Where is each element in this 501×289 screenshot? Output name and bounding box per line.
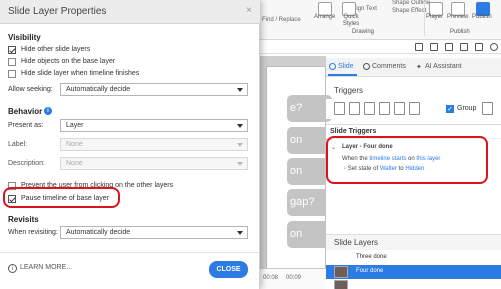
sparkle-icon: ✦ <box>416 64 422 71</box>
trigger-settings-icon[interactable] <box>482 102 493 115</box>
group-checkbox[interactable]: ✓ <box>446 105 454 113</box>
select-value: Automatically decide <box>66 229 131 236</box>
triggers-title: Triggers <box>334 86 364 95</box>
slide-tab-icon <box>329 63 336 70</box>
slide-canvas: e? on on gap? on <box>258 56 332 289</box>
present-as-select[interactable]: Layer <box>60 119 248 132</box>
find-replace-button[interactable]: Find / Replace <box>262 17 301 23</box>
highlight-pause-option <box>3 187 120 208</box>
tab-slide[interactable]: Slide <box>328 63 357 76</box>
edit-trigger-icon[interactable] <box>349 102 360 115</box>
layer-name: Three done <box>356 254 387 260</box>
learn-more-text: LEARN MORE... <box>20 264 73 271</box>
dialog-title: Slide Layer Properties <box>8 6 107 17</box>
option-label: Hide objects on the base layer <box>21 58 116 65</box>
settings-icon[interactable] <box>490 43 498 51</box>
select-value: None <box>66 141 83 148</box>
timeline-bar: 00:08 00:09 <box>258 268 326 289</box>
description-label: Description: <box>8 160 45 167</box>
slide-triggers-title: Slide Triggers <box>330 128 377 135</box>
when-revisiting-label: When revisiting: <box>8 229 58 236</box>
player-label: Player <box>426 14 444 20</box>
tab-comments[interactable]: Comments <box>372 63 406 70</box>
layer-thumbnail <box>334 280 348 289</box>
info-icon[interactable]: i <box>44 107 52 115</box>
info-icon: i <box>8 264 17 273</box>
label-label: Label: <box>8 141 28 148</box>
quick-styles-label: Quick Styles <box>342 14 360 27</box>
publish-label: Publish <box>472 14 492 20</box>
chevron-down-icon <box>237 162 243 166</box>
timeline-time: 00:09 <box>286 275 302 281</box>
visibility-title: Visibility <box>8 33 41 42</box>
chevron-down-icon <box>237 88 243 92</box>
allow-seeking-label: Allow seeking: <box>8 86 53 93</box>
footer-divider <box>0 252 260 253</box>
close-icon[interactable]: × <box>246 5 252 16</box>
when-revisiting-select[interactable]: Automatically decide <box>60 226 248 239</box>
select-value: None <box>66 160 83 167</box>
layer-row-selected[interactable]: Four done <box>326 265 501 279</box>
arrange-label: Arrange <box>314 14 336 20</box>
checkbox[interactable] <box>8 46 16 54</box>
publish-group-label: Publish <box>450 29 470 35</box>
ribbon-separator <box>424 2 425 36</box>
drawing-group-label: Drawing <box>352 29 375 35</box>
close-button[interactable]: CLOSE <box>209 261 248 278</box>
highlight-trigger <box>326 136 488 184</box>
move-trigger-icon[interactable] <box>409 102 420 115</box>
label-select[interactable]: None <box>60 138 248 151</box>
grid-icon[interactable] <box>475 43 483 51</box>
triggers-header: Triggers <box>326 84 501 96</box>
allow-seeking-select[interactable]: Automatically decide <box>60 83 248 96</box>
description-select[interactable]: None <box>60 157 248 170</box>
dialog-header: Slide Layer Properties × <box>0 0 260 24</box>
panel-icon[interactable] <box>460 43 468 51</box>
present-as-label: Present as: <box>8 122 44 129</box>
checkbox[interactable] <box>8 70 16 78</box>
layer-row[interactable] <box>326 279 501 289</box>
new-trigger-icon[interactable] <box>334 102 345 115</box>
window-icon[interactable] <box>445 43 453 51</box>
checkbox[interactable] <box>8 58 16 66</box>
behavior-title: Behavior <box>8 107 43 116</box>
triggers-toolbar: ✓ Group <box>326 99 501 119</box>
option-label: Hide other slide layers <box>21 46 91 53</box>
copy-trigger-icon[interactable] <box>364 102 375 115</box>
slide-layers-header: Slide Layers <box>326 234 501 250</box>
slide-preview: e? on on gap? on <box>266 66 332 289</box>
layout-icon[interactable] <box>430 43 438 51</box>
preview-label: Preview <box>447 14 469 20</box>
slide-layer-properties-dialog: Slide Layer Properties × Visibility Hide… <box>0 0 260 289</box>
view-toolbar <box>258 40 501 54</box>
tab-ai-assistant[interactable]: AI Assistant <box>425 63 462 70</box>
chevron-down-icon <box>237 124 243 128</box>
revisits-title: Revisits <box>8 215 39 224</box>
comments-icon <box>363 63 370 70</box>
select-value: Automatically decide <box>66 86 131 93</box>
learn-more-link[interactable]: i LEARN MORE... <box>8 264 72 273</box>
timeline-time: 00:08 <box>263 275 279 281</box>
panel-tabs: Slide Comments ✦ AI Assistant <box>326 58 501 77</box>
slide-layers-title: Slide Layers <box>334 238 379 247</box>
delete-trigger-icon[interactable] <box>394 102 405 115</box>
layer-row[interactable]: Three done <box>326 251 501 265</box>
layer-thumbnail <box>334 266 348 278</box>
select-value: Layer <box>66 122 84 129</box>
option-label: Hide slide layer when timeline finishes <box>21 70 140 77</box>
shape-effect-button[interactable]: Shape Effect <box>392 8 426 14</box>
chevron-down-icon <box>237 231 243 235</box>
layer-name: Four done <box>356 268 384 274</box>
monitor-icon[interactable] <box>415 43 423 51</box>
group-label: Group <box>457 105 477 112</box>
paste-trigger-icon[interactable] <box>379 102 390 115</box>
chevron-down-icon <box>237 143 243 147</box>
